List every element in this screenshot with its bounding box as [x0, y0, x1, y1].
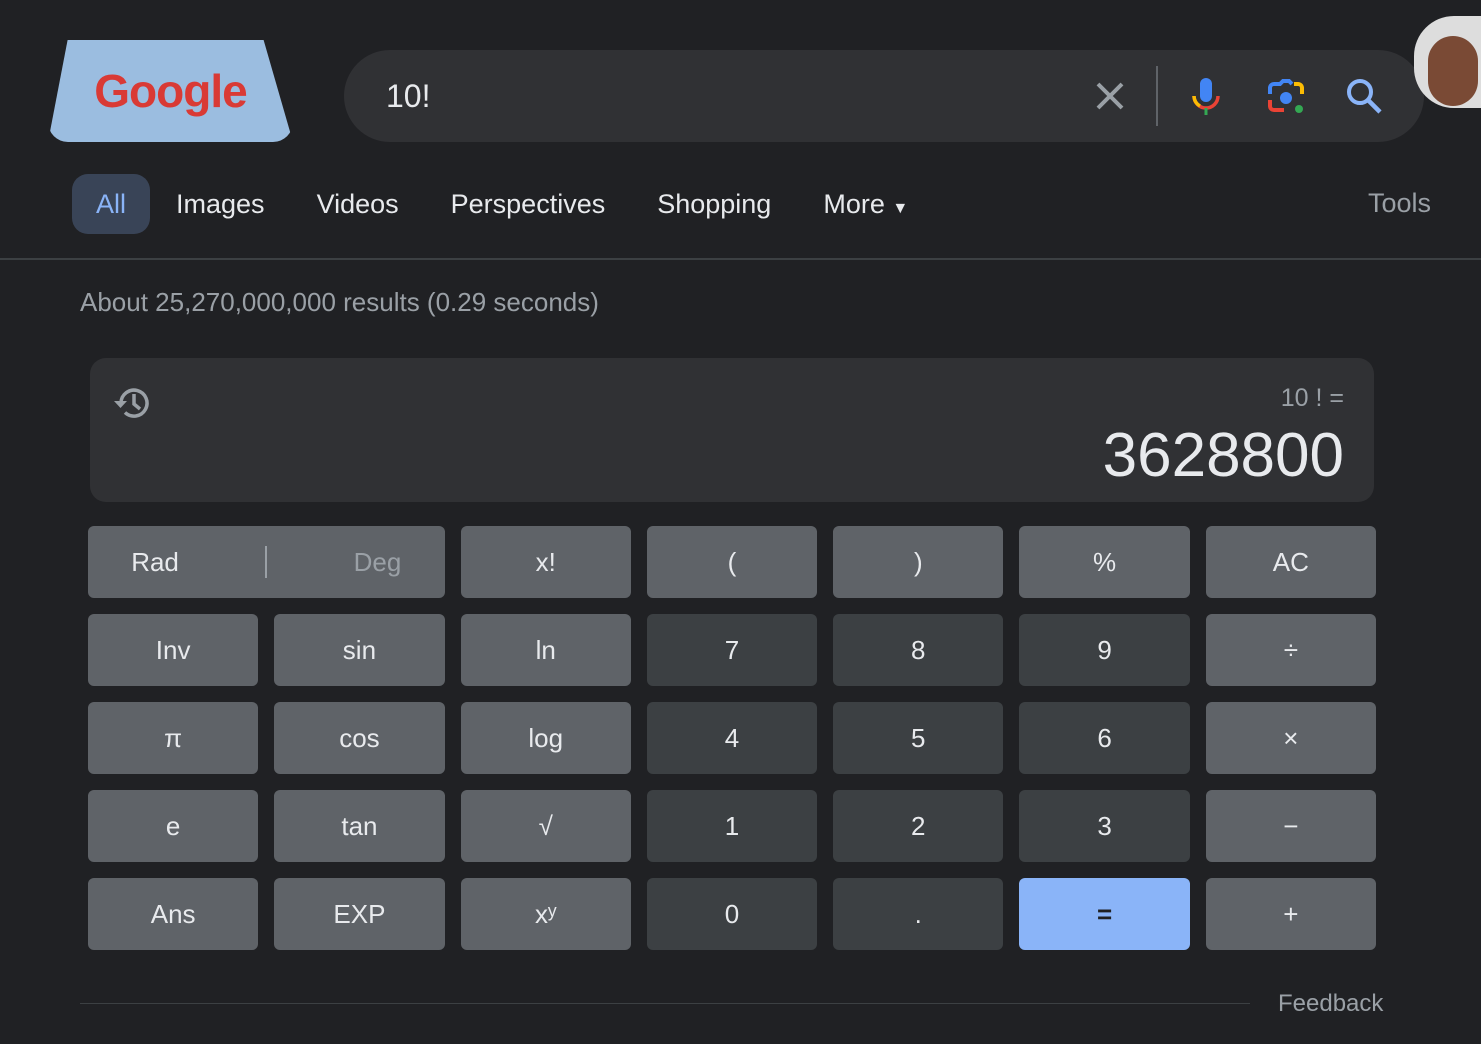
key-7[interactable]: 7 — [646, 614, 818, 686]
key-9[interactable]: 9 — [1019, 614, 1190, 686]
search-bar — [344, 50, 1424, 142]
tab-all[interactable]: All — [72, 174, 151, 234]
feedback-link[interactable]: Feedback — [1278, 990, 1383, 1018]
doodle-illustration — [1414, 16, 1481, 108]
key-pi[interactable]: π — [88, 702, 259, 774]
key-inv[interactable]: Inv — [88, 614, 259, 686]
caret-down-icon: ▼ — [892, 200, 909, 217]
key-plus[interactable]: + — [1205, 878, 1376, 950]
search-tabs: All Images Videos Perspectives Shopping … — [72, 174, 934, 234]
key-ac[interactable]: AC — [1205, 526, 1376, 598]
key-exp[interactable]: EXP — [274, 878, 445, 950]
calculator-result: 3628800 — [1102, 421, 1344, 490]
tab-more[interactable]: More ▼ — [797, 174, 934, 234]
key-8[interactable]: 8 — [833, 614, 1004, 686]
key-cos[interactable]: cos — [274, 702, 445, 774]
calculator-keypad: Rad Deg x!()% AC Inv sin ln 7 8 9 ÷ π cos log 4 5 6 × e t… — [88, 526, 1376, 950]
key-open-paren[interactable]: ( — [646, 526, 818, 598]
rad-deg-toggle[interactable]: Rad Deg — [88, 526, 445, 598]
key-4[interactable]: 4 — [646, 702, 818, 774]
key-percent[interactable]: % — [1019, 526, 1190, 598]
lens-camera-icon[interactable] — [1266, 76, 1306, 116]
deg-option[interactable]: Deg — [354, 547, 402, 578]
tab-shopping[interactable]: Shopping — [631, 174, 797, 234]
key-6[interactable]: 6 — [1019, 702, 1190, 774]
key-sin[interactable]: sin — [274, 614, 445, 686]
key-1[interactable]: 1 — [646, 790, 818, 862]
tab-videos[interactable]: Videos — [291, 174, 425, 234]
key-2[interactable]: 2 — [833, 790, 1004, 862]
key-0[interactable]: 0 — [646, 878, 818, 950]
calculator-expression: 10 ! = — [1280, 384, 1344, 412]
key-sqrt[interactable]: √ — [460, 790, 631, 862]
key-log[interactable]: log — [460, 702, 631, 774]
search-icon[interactable] — [1344, 76, 1384, 116]
history-icon[interactable] — [112, 382, 154, 424]
key-e[interactable]: e — [88, 790, 259, 862]
divider — [0, 258, 1481, 260]
key-ans[interactable]: Ans — [88, 878, 259, 950]
key-close-paren[interactable]: ) — [833, 526, 1004, 598]
tools-button[interactable]: Tools — [1368, 188, 1431, 219]
key-multiply[interactable]: × — [1205, 702, 1376, 774]
key-factorial[interactable]: x! — [460, 526, 631, 598]
key-decimal[interactable]: . — [833, 878, 1004, 950]
divider — [1156, 66, 1158, 126]
key-tan[interactable]: tan — [274, 790, 445, 862]
search-input[interactable] — [386, 74, 1066, 118]
key-ln[interactable]: ln — [460, 614, 631, 686]
clear-icon[interactable] — [1090, 76, 1130, 116]
microphone-icon[interactable] — [1186, 76, 1226, 116]
calculator-display: 10 ! = 3628800 — [90, 358, 1374, 502]
key-minus[interactable]: − — [1205, 790, 1376, 862]
tab-images[interactable]: Images — [150, 174, 291, 234]
divider — [80, 1003, 1250, 1004]
tab-more-label: More — [823, 189, 885, 219]
key-equals[interactable]: = — [1019, 878, 1190, 950]
divider — [265, 546, 268, 578]
rad-option[interactable]: Rad — [131, 547, 179, 578]
key-power[interactable]: xʸ — [460, 878, 631, 950]
key-5[interactable]: 5 — [833, 702, 1004, 774]
key-3[interactable]: 3 — [1019, 790, 1190, 862]
key-divide[interactable]: ÷ — [1205, 614, 1376, 686]
google-doodle-logo[interactable]: Google — [48, 40, 293, 142]
tab-perspectives[interactable]: Perspectives — [425, 174, 632, 234]
result-stats: About 25,270,000,000 results (0.29 secon… — [80, 287, 599, 317]
